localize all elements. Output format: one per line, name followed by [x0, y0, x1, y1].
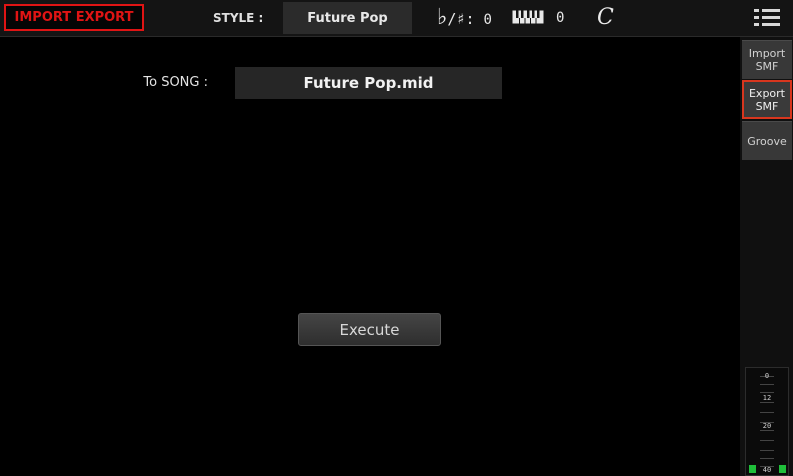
tab-export-smf-label: Export SMF — [748, 86, 785, 113]
tab-groove[interactable]: Groove — [742, 121, 792, 160]
key-signature-value: 0 — [483, 12, 492, 28]
time-signature-icon: C — [597, 5, 614, 30]
keyboard-transpose-icon — [512, 10, 544, 24]
level-meter-scale: 0 12 20 40 — [758, 370, 776, 474]
meter-label-12: 12 — [762, 394, 772, 402]
level-meter-left-bar — [749, 465, 756, 473]
key-signature-label: ♭/♯: — [437, 5, 484, 30]
execute-button[interactable]: Execute — [298, 313, 441, 346]
hamburger-menu-icon[interactable] — [754, 6, 780, 30]
tab-export-smf[interactable]: Export SMF — [742, 80, 792, 119]
top-bar: IMPORT EXPORT STYLE : Future Pop ♭/♯: 0 … — [0, 0, 793, 37]
transpose-value[interactable]: 0 — [556, 0, 564, 36]
tab-import-smf[interactable]: Import SMF — [742, 40, 792, 79]
tab-groove-label: Groove — [747, 134, 787, 148]
style-name-field[interactable]: Future Pop — [283, 2, 412, 34]
level-meter: 0 12 20 40 — [745, 367, 789, 476]
to-song-label: To SONG : — [143, 75, 208, 90]
tab-import-smf-label: Import SMF — [748, 47, 786, 73]
meter-label-20: 20 — [762, 422, 772, 430]
style-label: STYLE : — [213, 11, 264, 25]
meter-label-0: 0 — [764, 372, 770, 380]
page-title-badge[interactable]: IMPORT EXPORT — [4, 4, 144, 31]
level-meter-right-bar — [779, 465, 786, 473]
key-signature-indicator[interactable]: ♭/♯: 0 — [437, 0, 492, 36]
to-song-filename-field[interactable]: Future Pop.mid — [235, 67, 502, 99]
meter-label-40: 40 — [762, 466, 772, 474]
